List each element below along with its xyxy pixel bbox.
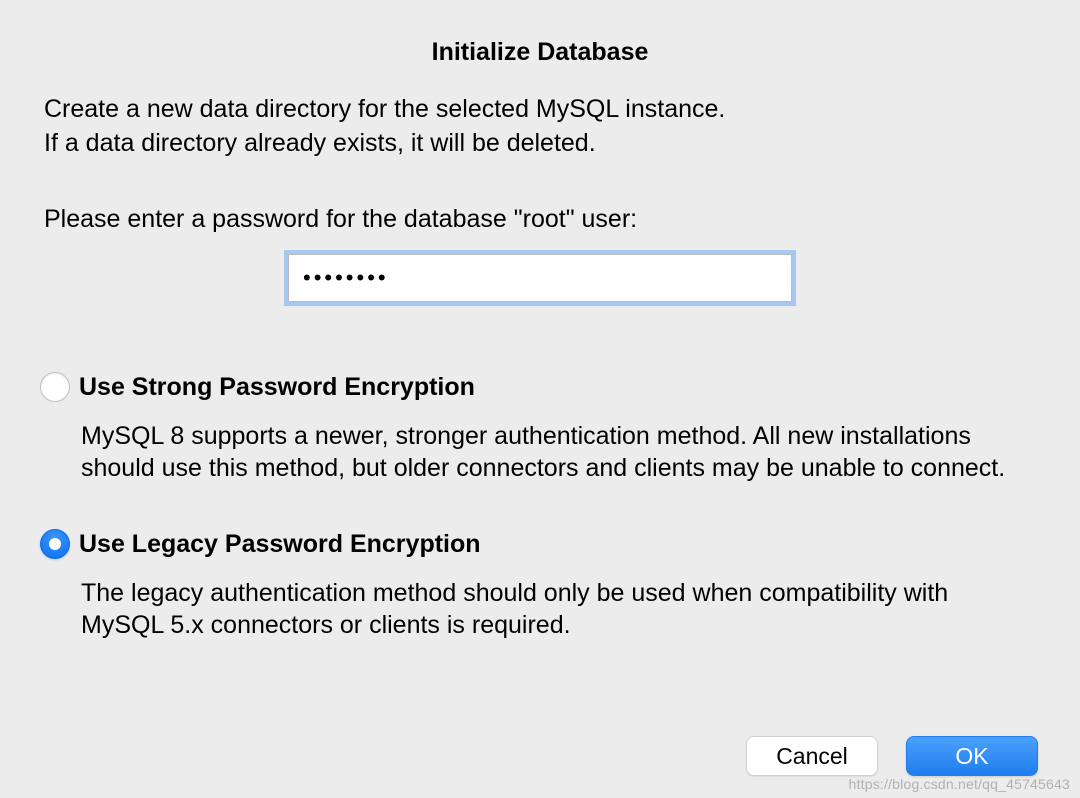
description-line: Create a new data directory for the sele…	[44, 93, 1036, 127]
option-title-legacy: Use Legacy Password Encryption	[79, 529, 1036, 559]
watermark: https://blog.csdn.net/qq_45745643	[849, 776, 1070, 792]
password-prompt: Please enter a password for the database…	[44, 205, 1036, 234]
radio-legacy-encryption[interactable]	[40, 529, 70, 559]
dialog-description: Create a new data directory for the sele…	[44, 93, 1036, 161]
cancel-button[interactable]: Cancel	[746, 736, 878, 776]
radio-strong-encryption[interactable]	[40, 372, 70, 402]
option-body: Use Strong Password Encryption MySQL 8 s…	[79, 372, 1036, 485]
dialog-title: Initialize Database	[44, 38, 1036, 67]
encryption-options: Use Strong Password Encryption MySQL 8 s…	[40, 372, 1036, 642]
initialize-database-dialog: Initialize Database Create a new data di…	[0, 0, 1080, 692]
password-input-wrap	[44, 254, 1036, 302]
option-body: Use Legacy Password Encryption The legac…	[79, 529, 1036, 642]
option-strong-encryption[interactable]: Use Strong Password Encryption MySQL 8 s…	[40, 372, 1036, 485]
description-line: If a data directory already exists, it w…	[44, 127, 1036, 161]
root-password-input[interactable]	[288, 254, 792, 302]
option-desc-strong: MySQL 8 supports a newer, stronger authe…	[81, 420, 1036, 485]
option-desc-legacy: The legacy authentication method should …	[81, 577, 1036, 642]
option-legacy-encryption[interactable]: Use Legacy Password Encryption The legac…	[40, 529, 1036, 642]
ok-button[interactable]: OK	[906, 736, 1038, 776]
dialog-buttons: Cancel OK	[746, 736, 1038, 776]
option-title-strong: Use Strong Password Encryption	[79, 372, 1036, 402]
